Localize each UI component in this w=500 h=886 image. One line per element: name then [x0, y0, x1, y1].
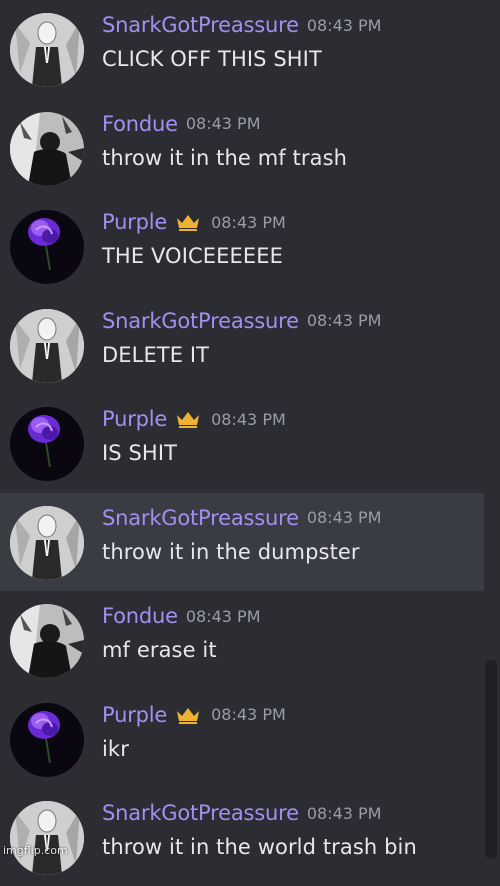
purple-rose-avatar[interactable]	[10, 407, 84, 481]
username[interactable]: Fondue	[102, 604, 178, 628]
message-text: mf erase it	[102, 638, 217, 662]
timestamp: 08:43 PM	[306, 15, 382, 35]
username[interactable]: Fondue	[102, 112, 178, 136]
username[interactable]: SnarkGotPreassure	[102, 309, 299, 333]
username[interactable]: SnarkGotPreassure	[102, 13, 299, 37]
chat-message[interactable]: Fondue 08:43 PM mf erase it	[0, 591, 484, 689]
slender-avatar[interactable]	[10, 13, 84, 87]
message-header: Purple 08:43 PM	[102, 207, 286, 237]
crown-icon	[175, 212, 201, 232]
purple-rose-avatar[interactable]	[10, 210, 84, 284]
message-header: SnarkGotPreassure 08:43 PM	[102, 798, 381, 828]
chat-message[interactable]: SnarkGotPreassure 08:43 PM DELETE IT	[0, 296, 484, 394]
message-text: ikr	[102, 736, 129, 761]
message-text: IS SHIT	[102, 441, 178, 465]
chat-message-list: SnarkGotPreassure 08:43 PM CLICK OFF THI…	[0, 0, 500, 875]
timestamp: 08:43 PM	[211, 212, 286, 232]
chat-message[interactable]: SnarkGotPreassure 08:43 PM CLICK OFF THI…	[0, 0, 484, 98]
scrollbar[interactable]	[485, 660, 497, 859]
message-text: throw it in the mf trash	[102, 145, 348, 170]
timestamp: 08:43 PM	[306, 508, 382, 527]
slender-avatar[interactable]	[10, 308, 84, 383]
message-text: throw it in the dumpster	[102, 539, 360, 564]
dark-figure-avatar[interactable]	[10, 111, 84, 186]
message-text: THE VOICEEEEEE	[102, 244, 283, 268]
message-text: throw it in the world trash bin	[102, 835, 417, 859]
message-header: SnarkGotPreassure 08:43 PM	[102, 503, 381, 533]
message-header: Purple 08:43 PM	[102, 404, 286, 434]
message-header: Fondue 08:43 PM	[102, 109, 261, 139]
crown-icon	[175, 409, 201, 429]
timestamp: 08:43 PM	[185, 114, 261, 133]
timestamp: 08:43 PM	[306, 803, 382, 823]
message-text: CLICK OFF THIS SHIT	[102, 47, 322, 71]
username[interactable]: Purple	[102, 407, 167, 431]
chat-message[interactable]: Purple 08:43 PM ikr	[0, 690, 484, 788]
slender-avatar[interactable]	[10, 505, 84, 580]
chat-message[interactable]: Purple 08:43 PM IS SHIT	[0, 394, 484, 492]
chat-message[interactable]: Fondue 08:43 PM throw it in the mf trash	[0, 99, 484, 197]
timestamp: 08:43 PM	[211, 705, 286, 724]
timestamp: 08:43 PM	[306, 311, 382, 330]
message-header: Fondue 08:43 PM	[102, 601, 261, 631]
message-header: SnarkGotPreassure 08:43 PM	[102, 10, 381, 40]
chat-message[interactable]: Purple 08:43 PM THE VOICEEEEEE	[0, 197, 484, 295]
dark-figure-avatar[interactable]	[10, 604, 84, 678]
message-header: SnarkGotPreassure 08:43 PM	[102, 306, 381, 336]
username[interactable]: Purple	[102, 703, 167, 727]
timestamp: 08:43 PM	[185, 606, 261, 626]
crown-icon	[175, 705, 201, 725]
username[interactable]: SnarkGotPreassure	[102, 506, 299, 530]
timestamp: 08:43 PM	[211, 409, 286, 429]
message-text: DELETE IT	[102, 342, 210, 367]
username[interactable]: SnarkGotPreassure	[102, 801, 299, 825]
imgflip-watermark: imgflip.com	[3, 844, 68, 857]
slender-avatar[interactable]	[10, 801, 84, 875]
chat-message[interactable]: SnarkGotPreassure 08:43 PM throw it in t…	[0, 492, 484, 591]
message-header: Purple 08:43 PM	[102, 700, 286, 730]
chat-message[interactable]: SnarkGotPreassure 08:43 PM throw it in t…	[0, 788, 484, 886]
username[interactable]: Purple	[102, 210, 167, 234]
purple-rose-avatar[interactable]	[10, 702, 84, 777]
